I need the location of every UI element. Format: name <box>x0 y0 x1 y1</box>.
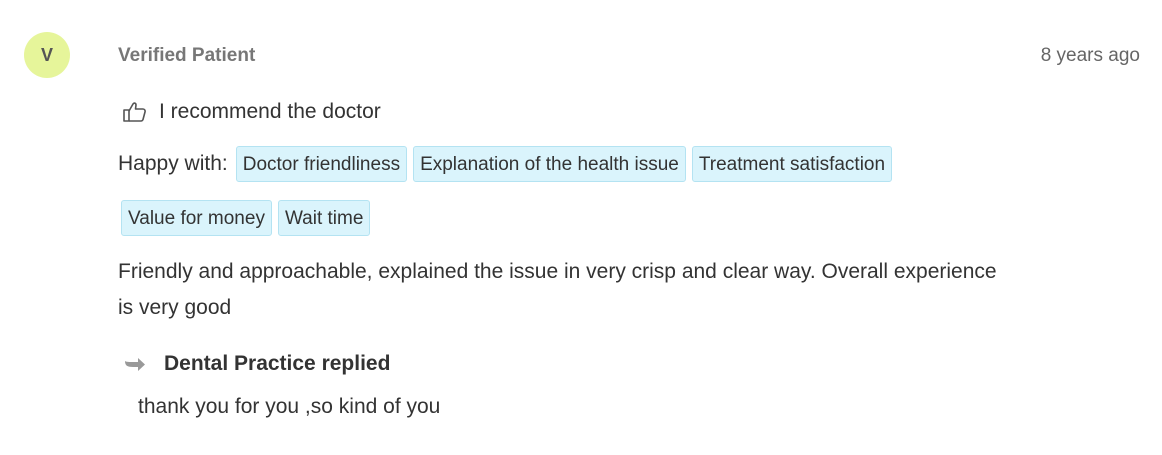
review-comment: Friendly and approachable, explained the… <box>118 260 997 319</box>
thumbs-up-icon <box>123 101 147 123</box>
reply-title: Dental Practice replied <box>164 352 391 375</box>
happy-with-row-2: Value for money Wait time <box>121 200 376 236</box>
reply-header: Dental Practice replied <box>124 352 390 376</box>
reply-text: thank you for you ,so kind of you <box>138 395 441 418</box>
tag-wait-time: Wait time <box>277 200 371 236</box>
tag-value-for-money: Value for money <box>121 200 272 236</box>
happy-with-label: Happy with: <box>118 152 228 175</box>
tag-treatment-satisfaction: Treatment satisfaction <box>691 146 893 182</box>
tag-explanation-health-issue: Explanation of the health issue <box>413 146 686 182</box>
happy-with-row: Happy with: Doctor friendliness Explanat… <box>118 146 898 182</box>
reply-arrow-icon <box>124 356 146 372</box>
recommendation-text: I recommend the doctor <box>159 100 381 123</box>
reviewer-name: Verified Patient <box>118 45 256 66</box>
avatar: V <box>24 32 70 78</box>
review-timestamp: 8 years ago <box>1040 45 1140 66</box>
tag-doctor-friendliness: Doctor friendliness <box>235 146 408 182</box>
recommendation: I recommend the doctor <box>123 100 381 124</box>
